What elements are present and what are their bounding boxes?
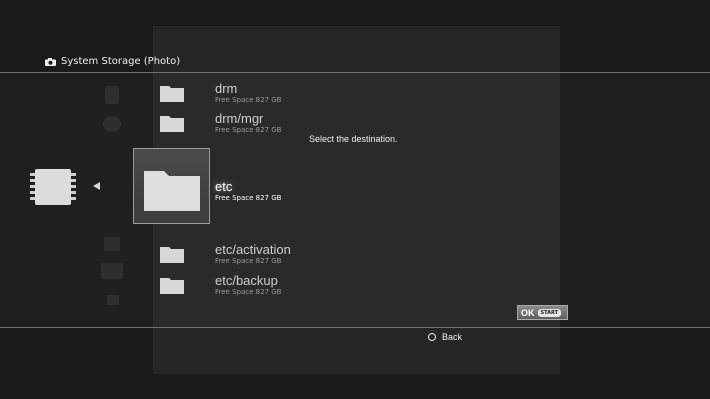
selected-folder-tile[interactable] — [133, 148, 210, 224]
free-space: Free Space 827 GB — [215, 126, 282, 134]
back-label: Back — [442, 332, 463, 342]
camera-icon — [45, 57, 56, 66]
folder-icon — [160, 247, 184, 263]
folder-icon — [160, 278, 184, 294]
selected-folder-name: etc — [215, 179, 233, 194]
back-button[interactable]: Back — [428, 332, 462, 342]
free-space: Free Space 827 GB — [215, 288, 282, 296]
folder-icon — [144, 171, 200, 211]
ok-button[interactable]: OK START — [517, 305, 568, 320]
bottom-divider — [0, 327, 710, 328]
folder-name: etc/activation — [215, 242, 291, 257]
folder-name: drm/mgr — [215, 111, 264, 126]
destination-prompt: Select the destination. — [309, 134, 398, 144]
folder-name: drm — [215, 81, 238, 96]
folder-icon — [160, 116, 184, 132]
folder-icon — [160, 86, 184, 102]
chevron-left-icon — [93, 182, 100, 190]
free-space: Free Space 827 GB — [215, 96, 282, 104]
top-divider — [0, 72, 710, 73]
ghost-icon — [107, 295, 119, 305]
selected-free-space: Free Space 827 GB — [215, 194, 282, 202]
ok-label: OK — [521, 307, 535, 318]
ghost-icon — [104, 237, 120, 251]
storage-header: System Storage (Photo) — [45, 56, 180, 67]
free-space: Free Space 827 GB — [215, 257, 282, 265]
start-button-icon: START — [537, 308, 562, 317]
storage-title: System Storage (Photo) — [61, 56, 181, 67]
ghost-icon — [103, 116, 121, 132]
circle-button-icon — [428, 333, 436, 341]
folder-name: etc/backup — [215, 273, 278, 288]
ghost-icon — [101, 263, 123, 279]
memory-chip-icon[interactable] — [30, 167, 76, 207]
ghost-icon — [105, 86, 119, 104]
